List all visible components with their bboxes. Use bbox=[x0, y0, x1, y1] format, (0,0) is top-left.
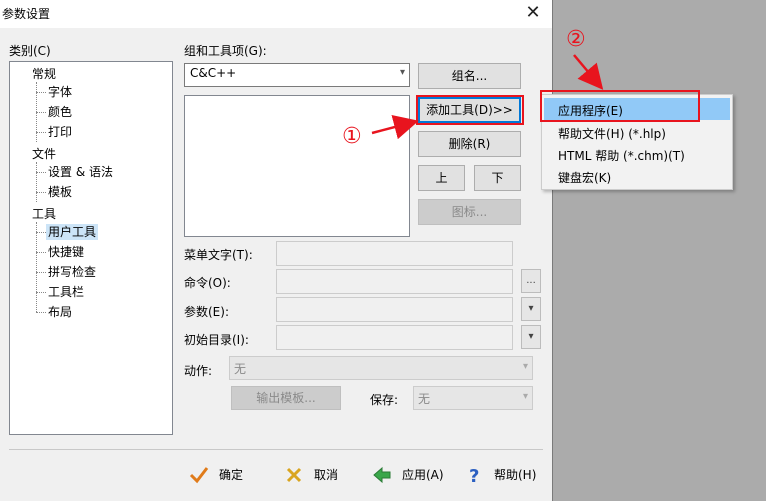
action-select[interactable]: 无 ▾ bbox=[229, 356, 533, 380]
menu-text-label: 菜单文字(T): bbox=[184, 248, 253, 262]
title-bar: 参数设置 ✕ bbox=[0, 0, 552, 28]
annotation-box-application bbox=[540, 90, 700, 122]
output-template-button[interactable]: 输出模板... bbox=[231, 386, 341, 410]
help-label: 帮助(H) bbox=[494, 468, 537, 482]
cancel-x-icon bbox=[286, 467, 302, 483]
cancel-label: 取消 bbox=[314, 468, 339, 482]
cancel-button[interactable]: 取消 bbox=[284, 462, 354, 488]
tree-item-layout[interactable]: 布局 bbox=[46, 304, 74, 320]
menu-item-help-file[interactable]: 帮助文件(H) (*.hlp) bbox=[558, 125, 666, 142]
checkmark-icon bbox=[189, 467, 209, 484]
ok-label: 确定 bbox=[219, 468, 244, 482]
init-dir-dropdown-button[interactable]: ▾ bbox=[521, 325, 541, 349]
tree-item-spellcheck[interactable]: 拼写检查 bbox=[46, 264, 98, 280]
category-tree[interactable]: 常规 字体 颜色 打印 文件 设置 & 语法 模板 工具 用户工具 快捷键 拼写… bbox=[9, 61, 173, 435]
action-label: 动作: bbox=[184, 364, 213, 378]
tree-item-user-tools[interactable]: 用户工具 bbox=[46, 224, 99, 240]
tree-item-toolbar[interactable]: 工具栏 bbox=[46, 284, 86, 300]
move-up-button[interactable]: 上 bbox=[418, 165, 465, 191]
init-dir-label: 初始目录(I): bbox=[184, 333, 249, 347]
dialog-title: 参数设置 bbox=[2, 7, 51, 21]
tree-item-print[interactable]: 打印 bbox=[46, 124, 74, 140]
tree-group-tools[interactable]: 工具 bbox=[30, 206, 58, 222]
chevron-down-icon: ▾ bbox=[399, 67, 405, 78]
command-field[interactable] bbox=[276, 269, 513, 294]
menu-item-html-help[interactable]: HTML 帮助 (*.chm)(T) bbox=[558, 147, 685, 164]
action-select-value: 无 bbox=[234, 362, 247, 376]
tree-item-settings-syntax[interactable]: 设置 & 语法 bbox=[46, 164, 115, 180]
close-icon[interactable]: ✕ bbox=[522, 3, 544, 23]
delete-button[interactable]: 删除(R) bbox=[418, 131, 521, 157]
chevron-down-icon: ▾ bbox=[528, 331, 534, 342]
chevron-down-icon: ▾ bbox=[522, 361, 528, 372]
help-button[interactable]: ? 帮助(H) bbox=[464, 462, 544, 488]
group-select[interactable]: C&C++ ▾ bbox=[184, 63, 410, 87]
command-label: 命令(O): bbox=[184, 276, 231, 290]
annotation-step-2: ② bbox=[566, 27, 586, 52]
divider bbox=[9, 449, 543, 450]
args-dropdown-button[interactable]: ▾ bbox=[521, 297, 541, 321]
question-mark-icon: ? bbox=[469, 466, 479, 485]
tools-list[interactable] bbox=[184, 95, 410, 237]
annotation-box-add-tool bbox=[416, 95, 524, 125]
annotation-arrow-2 bbox=[573, 54, 604, 90]
chevron-down-icon: ▾ bbox=[522, 391, 528, 402]
tree-item-font[interactable]: 字体 bbox=[46, 84, 74, 100]
save-label: 保存: bbox=[370, 393, 399, 407]
init-dir-field[interactable] bbox=[276, 325, 513, 350]
group-name-button[interactable]: 组名... bbox=[418, 63, 521, 89]
category-label: 类别(C) bbox=[9, 44, 51, 58]
menu-item-keyboard-macro[interactable]: 键盘宏(K) bbox=[558, 169, 611, 186]
preferences-dialog: 参数设置 ✕ 类别(C) 常规 字体 颜色 打印 文件 设置 & 语法 模板 工… bbox=[0, 0, 553, 501]
ok-button[interactable]: 确定 bbox=[189, 462, 259, 488]
menu-text-field[interactable] bbox=[276, 241, 513, 266]
chevron-down-icon: ▾ bbox=[528, 303, 534, 314]
save-select[interactable]: 无 ▾ bbox=[413, 386, 533, 410]
arrow-left-icon bbox=[373, 466, 391, 484]
args-field[interactable] bbox=[276, 297, 513, 322]
save-select-value: 无 bbox=[418, 392, 431, 406]
annotation-step-1: ① bbox=[342, 124, 362, 149]
tree-item-shortcuts[interactable]: 快捷键 bbox=[46, 244, 86, 260]
svg-text:?: ? bbox=[469, 466, 479, 485]
move-down-button[interactable]: 下 bbox=[474, 165, 521, 191]
args-label: 参数(E): bbox=[184, 305, 229, 319]
tree-item-color[interactable]: 颜色 bbox=[46, 104, 74, 120]
tree-group-file[interactable]: 文件 bbox=[30, 146, 58, 162]
tree-item-template[interactable]: 模板 bbox=[46, 184, 74, 200]
apply-label: 应用(A) bbox=[402, 468, 444, 482]
tree-group-general[interactable]: 常规 bbox=[30, 66, 58, 82]
group-tools-label: 组和工具项(G): bbox=[184, 44, 267, 58]
icon-button[interactable]: 图标... bbox=[418, 199, 521, 225]
group-select-value: C&C++ bbox=[190, 66, 237, 80]
command-browse-button[interactable]: ... bbox=[521, 269, 541, 293]
apply-button[interactable]: 应用(A) bbox=[372, 462, 452, 488]
